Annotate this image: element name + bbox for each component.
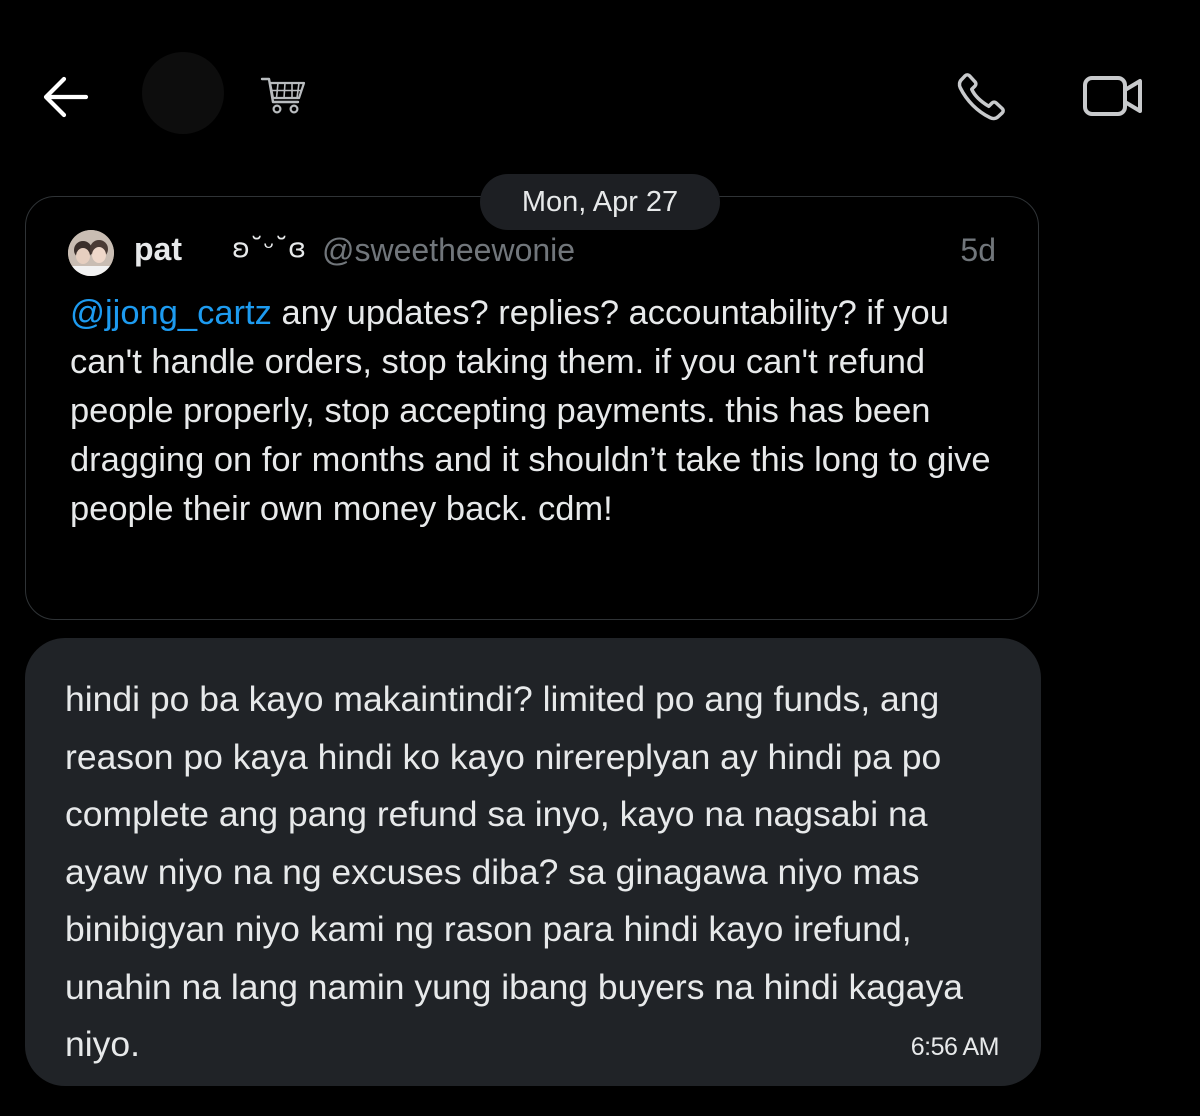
contact-avatar[interactable] (142, 52, 224, 134)
post-age: 5d (960, 232, 996, 268)
shared-post-card[interactable]: pat ʚ˘ᵕ˘ɞ @sweetheewonie 5d @jjong_cartz… (25, 196, 1039, 620)
message-timestamp: 6:56 AM (910, 1033, 1000, 1061)
post-mention-link[interactable]: @jjong_cartz (70, 294, 272, 332)
post-text: @jjong_cartz any updates? replies? accou… (70, 289, 1010, 534)
conversation-header (0, 0, 1200, 180)
post-author-handle: @sweetheewonie (322, 232, 576, 268)
received-message-bubble[interactable]: hindi po ba kayo makaintindi? limited po… (25, 638, 1041, 1086)
video-call-button[interactable] (1080, 68, 1146, 124)
date-separator: Mon, Apr 27 (480, 174, 720, 230)
voice-call-button[interactable] (952, 66, 1012, 126)
post-author-avatar (68, 230, 114, 276)
back-button[interactable] (38, 72, 92, 122)
shopping-cart-icon (260, 77, 306, 114)
contact-cart-emoji (258, 70, 308, 120)
phone-icon (957, 73, 1005, 121)
arrow-left-icon (43, 76, 89, 118)
message-text: hindi po ba kayo makaintindi? limited po… (65, 679, 964, 1064)
post-author-name: pat (134, 231, 182, 267)
video-camera-icon (1083, 76, 1142, 116)
post-author-emote: ʚ˘ᵕ˘ɞ (232, 233, 307, 264)
